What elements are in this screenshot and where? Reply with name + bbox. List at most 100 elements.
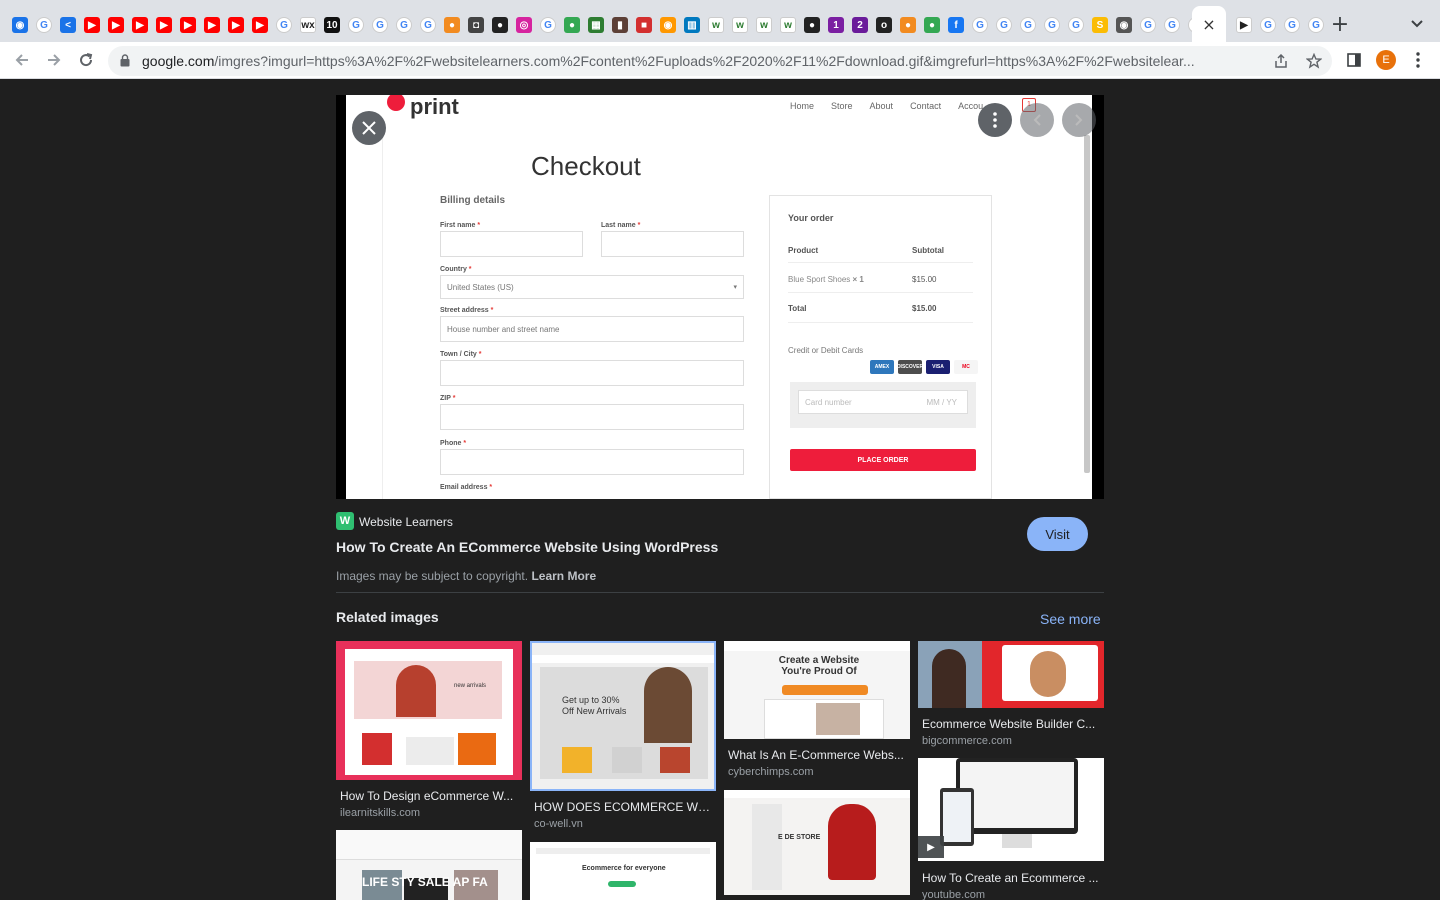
tab-camera[interactable]: ◘ xyxy=(464,13,488,37)
tab-w[interactable]: w xyxy=(704,13,728,37)
tab-chrome[interactable]: ◉ xyxy=(1112,13,1136,37)
tab-chrome-remote[interactable]: ◉ xyxy=(8,13,32,37)
source-name[interactable]: Website Learners xyxy=(359,515,453,529)
browser-menu-button[interactable] xyxy=(1406,48,1430,72)
related-image-thumb[interactable]: LIFE STY SALE AP FA xyxy=(336,830,522,900)
related-image-thumb[interactable]: Create a Website You're Proud Of xyxy=(724,641,910,739)
reload-button[interactable] xyxy=(74,48,98,72)
tab-google[interactable]: G xyxy=(1160,13,1184,37)
tab-google[interactable]: G xyxy=(344,13,368,37)
tab-close-icon[interactable]: × xyxy=(1202,15,1215,34)
related-image-thumb[interactable]: ▶ xyxy=(918,758,1104,861)
tab-w[interactable]: w xyxy=(728,13,752,37)
trello-icon: ▥ xyxy=(684,17,700,33)
tab-google[interactable]: G xyxy=(968,13,992,37)
url-text: google.com/imgres?imgurl=https%3A%2F%2Fw… xyxy=(142,53,1262,69)
tab-youtube[interactable]: ▶ xyxy=(200,13,224,37)
place-order-button: PLACE ORDER xyxy=(790,449,976,471)
tab-trello[interactable]: ▥ xyxy=(680,13,704,37)
next-image-button[interactable] xyxy=(1062,103,1096,137)
profile-avatar[interactable]: E xyxy=(1376,50,1396,70)
tab-youtube[interactable]: ▶ xyxy=(248,13,272,37)
tab-s-yellow[interactable]: S xyxy=(1088,13,1112,37)
visit-button[interactable]: Visit xyxy=(1027,517,1088,551)
tab-google[interactable]: G xyxy=(1016,13,1040,37)
tab-orange[interactable]: ● xyxy=(896,13,920,37)
tab-google[interactable]: G xyxy=(1064,13,1088,37)
tab-purple-2[interactable]: 2 xyxy=(848,13,872,37)
learn-more-link[interactable]: Learn More xyxy=(531,569,596,583)
image-title[interactable]: How To Create An ECommerce Website Using… xyxy=(336,539,718,555)
tab-youtube[interactable]: ▶ xyxy=(128,13,152,37)
related-image-caption[interactable]: HOW DOES ECOMMERCE WEB... xyxy=(534,800,712,814)
street-field: House number and street name xyxy=(440,316,744,342)
tab-wix[interactable]: wx xyxy=(296,13,320,37)
tab-10[interactable]: 10 xyxy=(320,13,344,37)
tab-google[interactable]: G xyxy=(1040,13,1064,37)
tab-youtube[interactable]: ▶ xyxy=(224,13,248,37)
github-icon: ● xyxy=(804,17,820,33)
tab-google[interactable]: G xyxy=(992,13,1016,37)
tab-google[interactable]: G xyxy=(416,13,440,37)
tab-google[interactable]: G xyxy=(32,13,56,37)
tab-search-button[interactable] xyxy=(1406,13,1428,35)
tab-youtube[interactable]: ▶ xyxy=(152,13,176,37)
more-options-button[interactable] xyxy=(978,103,1012,137)
side-panel-button[interactable] xyxy=(1342,48,1366,72)
related-image-caption[interactable]: What Is An E-Commerce Webs... xyxy=(728,748,906,762)
tab-play-green[interactable]: ▶ xyxy=(1232,13,1256,37)
active-tab[interactable]: × xyxy=(1192,6,1226,42)
tab-instagram[interactable]: ◎ xyxy=(512,13,536,37)
tab-google[interactable]: G xyxy=(272,13,296,37)
new-tab-button[interactable]: + xyxy=(1328,12,1352,37)
tab-google[interactable]: G xyxy=(368,13,392,37)
tab-purple-1[interactable]: 1 xyxy=(824,13,848,37)
related-image-thumb[interactable]: new arrivals xyxy=(336,641,522,780)
youtube-icon: ▶ xyxy=(156,17,172,33)
related-image-caption[interactable]: How To Create an Ecommerce ... xyxy=(922,871,1100,885)
see-more-link[interactable]: See more xyxy=(1040,611,1101,627)
related-image-thumb[interactable]: Get up to 30% Off New Arrivals xyxy=(530,641,716,791)
tab-share[interactable]: < xyxy=(56,13,80,37)
tab-orange-circle[interactable]: ◉ xyxy=(656,13,680,37)
related-image-caption[interactable]: Ecommerce Website Builder C... xyxy=(922,717,1100,731)
tab-orange[interactable]: ● xyxy=(440,13,464,37)
related-image-thumb[interactable]: Ecommerce for everyone xyxy=(530,842,716,900)
tab-github[interactable]: ● xyxy=(488,13,512,37)
close-preview-button[interactable] xyxy=(352,111,386,145)
forward-button[interactable] xyxy=(42,48,66,72)
card-brands: AMEX DISCOVER VISA MC xyxy=(870,360,978,374)
tab-github[interactable]: ● xyxy=(800,13,824,37)
bookmark-star-icon[interactable] xyxy=(1305,52,1323,70)
tab-youtube[interactable]: ▶ xyxy=(104,13,128,37)
tab-leaf[interactable]: ● xyxy=(560,13,584,37)
tab-flag[interactable]: ■ xyxy=(632,13,656,37)
divider xyxy=(336,592,1104,593)
tab-google[interactable]: G xyxy=(1256,13,1280,37)
address-bar[interactable]: google.com/imgres?imgurl=https%3A%2F%2Fw… xyxy=(108,46,1332,76)
tab-google[interactable]: G xyxy=(1136,13,1160,37)
related-image-caption[interactable]: How To Design eCommerce W... xyxy=(340,789,518,803)
tab-youtube[interactable]: ▶ xyxy=(80,13,104,37)
tab-dark-o[interactable]: o xyxy=(872,13,896,37)
previous-image-button[interactable] xyxy=(1020,103,1054,137)
preview-image: print HomeStoreAboutContactAccou 1 Check… xyxy=(346,95,1092,499)
image-preview[interactable]: print HomeStoreAboutContactAccou 1 Check… xyxy=(336,95,1104,499)
back-button[interactable] xyxy=(10,48,34,72)
tab-leaf[interactable]: ● xyxy=(920,13,944,37)
chrome-icon: ◉ xyxy=(1116,17,1132,33)
tab-facebook[interactable]: f xyxy=(944,13,968,37)
tab-film[interactable]: ▮ xyxy=(608,13,632,37)
tab-youtube[interactable]: ▶ xyxy=(176,13,200,37)
share-icon[interactable] xyxy=(1272,52,1290,70)
related-image-thumb[interactable]: E DE STORE xyxy=(724,790,910,895)
tab-w[interactable]: w xyxy=(776,13,800,37)
tab-google[interactable]: G xyxy=(392,13,416,37)
related-image-thumb[interactable] xyxy=(918,641,1104,708)
orange-icon: ● xyxy=(900,17,916,33)
tab-w[interactable]: w xyxy=(752,13,776,37)
tab-google[interactable]: G xyxy=(536,13,560,37)
tab-google[interactable]: G xyxy=(1304,13,1328,37)
tab-google[interactable]: G xyxy=(1280,13,1304,37)
tab-grid[interactable]: ▦ xyxy=(584,13,608,37)
